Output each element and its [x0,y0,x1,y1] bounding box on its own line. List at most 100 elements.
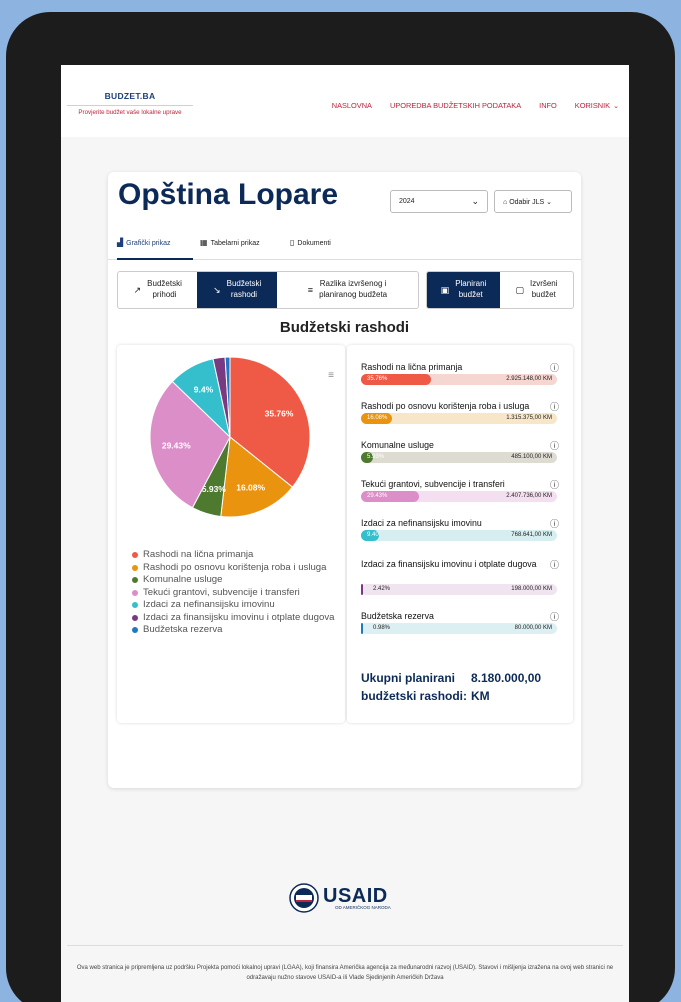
legend-item[interactable]: Rashodi po osnovu korištenja roba i uslu… [132,562,337,575]
pie-slice-label: 16.08% [236,482,265,492]
usaid-logo: USAID OD AMERIČKOG NARODA [289,883,391,913]
breakdown-label: Rashodi po osnovu korištenja roba i uslu… [361,401,530,411]
pie-chart-panel: ≡ 35.76% 16.08% 5.93% 29.43% 9.4% Rashodi na… [117,345,345,723]
progress-amount: 768.641,00 KM [511,532,552,538]
brand-logo[interactable]: BUDZET.BA Provjerite budžet vaše lokalne… [61,91,199,116]
tab-tabelarni-label: Tabelarni prikaz [210,240,260,247]
legend-label: Izdaci za nefinansijsku imovinu [143,599,275,610]
breakdown-panel: Rashodi na lična primanja ⓘ 35.76% 2.925.14… [347,345,573,723]
seg-izvrseni-line1: Izvršeni [529,279,558,289]
seg-rashodi-label: Budžetski rashodi [227,279,262,301]
tab-graficki-label: Grafički prikaz [126,240,171,247]
chevron-down-icon: ⌄ [613,103,619,110]
breakdown-label: Budžetska rezerva [361,611,434,621]
legend-label: Budžetska rezerva [143,624,223,635]
seg-planirani-line2: budžet [458,290,483,299]
seg-rashodi-line2: rashodi [230,290,258,299]
progress-percent: 0.98% [373,625,391,631]
progress-bar: 5.93% 485.100,00 KM [361,452,557,463]
tab-graficki[interactable]: ▟ Grafički prikaz [117,234,193,260]
legend-marker [132,589,138,596]
budget-type-toggle: ↗ Budžetski prihodi ↘ Budžetski rashodi ≡ Raz… [117,271,419,309]
tab-tabelarni[interactable]: ▦ Tabelarni prikaz [200,234,260,260]
legend-item[interactable]: Budžetska rezerva [132,624,337,637]
pie-chart: 35.76% 16.08% 5.93% 29.43% 9.4% [150,356,311,518]
info-icon[interactable]: ⓘ [550,439,559,452]
nav-uporedba[interactable]: UPOREDBA BUDŽETSKIH PODATAKA [390,101,521,110]
progress-amount: 485.100,00 KM [511,454,552,460]
tab-dokumenti-label: Dokumenti [297,240,331,247]
legend-item[interactable]: Komunalne usluge [132,574,337,587]
year-select[interactable]: 2024 ⌄ [390,190,488,213]
breakdown-label: Komunalne usluge [361,440,434,450]
progress-percent: 2.42% [373,586,391,592]
table-icon: ▦ [200,238,208,247]
breakdown-row: Izdaci za finansijsku imovinu i otplate … [361,558,559,595]
seg-prihodi[interactable]: ↗ Budžetski prihodi [118,272,197,308]
legend-marker [132,552,138,558]
pie-slice-label: 35.76% [265,408,294,418]
legend-label: Komunalne usluge [143,574,223,585]
seg-prihodi-line2: prihodi [152,290,177,299]
legend-label: Rashodi po osnovu korištenja roba i uslu… [143,561,327,573]
municipality-card: Opština Lopare 2024 ⌄ ⌂ Odabir JLS ⌄ ▟ Gra… [108,172,581,788]
nav-info[interactable]: INFO [539,101,557,110]
breakdown-label: Izdaci za finansijsku imovinu i otplate … [361,559,537,569]
document-icon: ▯ [290,238,295,247]
seg-razlika[interactable]: ≡ Razlika izvršenog i planiranog budžeta [277,272,418,308]
tab-dokumenti[interactable]: ▯ Dokumenti [290,234,331,260]
main-nav: NASLOVNA UPOREDBA BUDŽETSKIH PODATAKA IN… [332,101,619,110]
seg-planirani[interactable]: ▣ Planirani budžet [427,272,500,308]
legend-item[interactable]: Izdaci za finansijsku imovinu i otplate … [132,612,337,625]
page-title: Opština Lopare [118,178,339,211]
pie-slice-label: 9.4% [194,384,214,394]
info-icon[interactable]: ⓘ [550,361,559,374]
clipboard-icon: ▢ [515,284,524,295]
breakdown-row: Izdaci za nefinansijsku imovinu ⓘ 9.40 768.… [361,517,559,541]
jls-select[interactable]: ⌂ Odabir JLS ⌄ [494,190,572,213]
legend-item[interactable]: Rashodi na lična primanja [132,549,337,562]
seg-izvrseni[interactable]: ▢ Izvršeni budžet [500,272,573,308]
progress-bar: 29.43% 2.407.736,00 KM [361,491,557,502]
screen: BUDZET.BA Provjerite budžet vaše lokalne… [61,65,629,1002]
progress-percent: 9.40 [367,532,379,538]
legend-item[interactable]: Tekući grantovi, subvencije i transferi [132,587,337,600]
nav-korisnik-label: KORISNIK [574,101,611,110]
info-icon[interactable]: ⓘ [550,517,559,530]
seg-rashodi[interactable]: ↘ Budžetski rashodi [197,272,277,308]
total-label: Ukupni planirani budžetski rashodi: [361,671,468,703]
chart-icon: ▟ [117,238,124,247]
jls-select-label: Odabir JLS [509,199,545,206]
legend-label: Rashodi na lična primanja [143,549,254,560]
seg-prihodi-line1: Budžetski [147,279,182,289]
nav-naslovna[interactable]: NASLOVNA [332,101,372,110]
chevron-down-icon: ⌄ [471,196,479,206]
footer-divider [67,945,623,946]
info-icon[interactable]: ⓘ [550,478,559,491]
seg-razlika-label: Razlika izvršenog i planiranog budžeta [319,279,387,301]
legend-marker [132,564,138,571]
info-icon[interactable]: ⓘ [550,610,559,623]
seg-razlika-line1: Razlika izvršenog i [319,279,387,289]
brand-divider [67,105,193,106]
chevron-down-icon: ⌄ [544,199,553,206]
breakdown-row: Rashodi na lična primanja ⓘ 35.76% 2.925.14… [361,361,559,385]
breakdown-label: Izdaci za nefinansijsku imovinu [361,518,482,528]
legend-item[interactable]: Izdaci za nefinansijsku imovinu [132,599,337,612]
trend-up-icon: ↗ [133,284,142,295]
brand-tagline: Provjerite budžet vaše lokalne uprave [78,109,182,116]
seg-planirani-label: Planirani budžet [455,279,486,301]
progress-amount: 1.315.375,00 KM [506,415,552,421]
info-icon[interactable]: ⓘ [550,558,559,571]
breakdown-row: Tekući grantovi, subvencije i transferi ⓘ… [361,478,559,502]
trend-down-icon: ↘ [213,284,221,295]
info-icon[interactable]: ⓘ [550,400,559,413]
site-header: BUDZET.BA Provjerite budžet vaše lokalne… [61,65,629,137]
nav-korisnik[interactable]: KORISNIK ⌄ [575,101,619,110]
progress-amount: 198.000,00 KM [511,586,552,592]
seg-planirani-line1: Planirani [455,279,487,289]
seg-izvrseni-label: Izvršeni budžet [530,279,558,301]
usaid-seal-icon [289,883,319,913]
section-title: Budžetski rashodi [279,319,410,336]
seg-razlika-line2: planiranog budžeta [319,290,388,299]
